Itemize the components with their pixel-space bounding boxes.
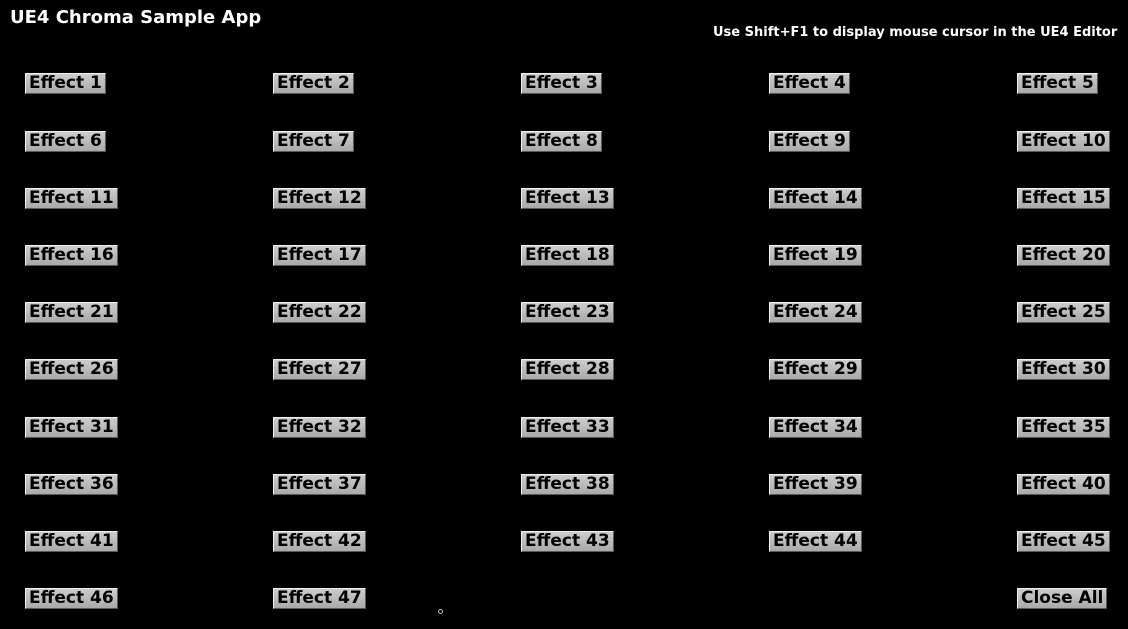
effect-3-button[interactable]: Effect 3 bbox=[521, 73, 602, 94]
effect-43-button[interactable]: Effect 43 bbox=[521, 531, 614, 552]
effect-11-button[interactable]: Effect 11 bbox=[25, 188, 118, 209]
effect-1-button[interactable]: Effect 1 bbox=[25, 73, 106, 94]
effect-28-button[interactable]: Effect 28 bbox=[521, 359, 614, 380]
effect-33-button[interactable]: Effect 33 bbox=[521, 417, 614, 438]
effect-41-button[interactable]: Effect 41 bbox=[25, 531, 118, 552]
effect-46-button[interactable]: Effect 46 bbox=[25, 588, 118, 609]
effect-24-button[interactable]: Effect 24 bbox=[769, 302, 862, 323]
effect-26-button[interactable]: Effect 26 bbox=[25, 359, 118, 380]
effect-18-button[interactable]: Effect 18 bbox=[521, 245, 614, 266]
effect-2-button[interactable]: Effect 2 bbox=[273, 73, 354, 94]
effect-39-button[interactable]: Effect 39 bbox=[769, 474, 862, 495]
effect-4-button[interactable]: Effect 4 bbox=[769, 73, 850, 94]
effect-6-button[interactable]: Effect 6 bbox=[25, 131, 106, 152]
effect-31-button[interactable]: Effect 31 bbox=[25, 417, 118, 438]
effect-13-button[interactable]: Effect 13 bbox=[521, 188, 614, 209]
effect-38-button[interactable]: Effect 38 bbox=[521, 474, 614, 495]
close-all-button[interactable]: Close All bbox=[1017, 588, 1108, 609]
effect-9-button[interactable]: Effect 9 bbox=[769, 131, 850, 152]
effect-19-button[interactable]: Effect 19 bbox=[769, 245, 862, 266]
effect-25-button[interactable]: Effect 25 bbox=[1017, 302, 1110, 323]
effect-17-button[interactable]: Effect 17 bbox=[273, 245, 366, 266]
effect-23-button[interactable]: Effect 23 bbox=[521, 302, 614, 323]
effect-10-button[interactable]: Effect 10 bbox=[1017, 131, 1110, 152]
effect-37-button[interactable]: Effect 37 bbox=[273, 474, 366, 495]
effect-15-button[interactable]: Effect 15 bbox=[1017, 188, 1110, 209]
mouse-cursor-dot bbox=[438, 609, 443, 614]
effect-34-button[interactable]: Effect 34 bbox=[769, 417, 862, 438]
effect-40-button[interactable]: Effect 40 bbox=[1017, 474, 1110, 495]
app-title: UE4 Chroma Sample App bbox=[10, 7, 262, 28]
effect-7-button[interactable]: Effect 7 bbox=[273, 131, 354, 152]
effect-45-button[interactable]: Effect 45 bbox=[1017, 531, 1110, 552]
effect-12-button[interactable]: Effect 12 bbox=[273, 188, 366, 209]
effect-30-button[interactable]: Effect 30 bbox=[1017, 359, 1110, 380]
shift-f1-hint: Use Shift+F1 to display mouse cursor in … bbox=[713, 25, 1118, 40]
effect-8-button[interactable]: Effect 8 bbox=[521, 131, 602, 152]
effect-27-button[interactable]: Effect 27 bbox=[273, 359, 366, 380]
effect-36-button[interactable]: Effect 36 bbox=[25, 474, 118, 495]
effect-22-button[interactable]: Effect 22 bbox=[273, 302, 366, 323]
effect-21-button[interactable]: Effect 21 bbox=[25, 302, 118, 323]
effect-14-button[interactable]: Effect 14 bbox=[769, 188, 862, 209]
effect-29-button[interactable]: Effect 29 bbox=[769, 359, 862, 380]
effect-5-button[interactable]: Effect 5 bbox=[1017, 73, 1098, 94]
effect-44-button[interactable]: Effect 44 bbox=[769, 531, 862, 552]
effect-16-button[interactable]: Effect 16 bbox=[25, 245, 118, 266]
effect-47-button[interactable]: Effect 47 bbox=[273, 588, 366, 609]
effect-20-button[interactable]: Effect 20 bbox=[1017, 245, 1110, 266]
effect-32-button[interactable]: Effect 32 bbox=[273, 417, 366, 438]
effect-42-button[interactable]: Effect 42 bbox=[273, 531, 366, 552]
effect-35-button[interactable]: Effect 35 bbox=[1017, 417, 1110, 438]
